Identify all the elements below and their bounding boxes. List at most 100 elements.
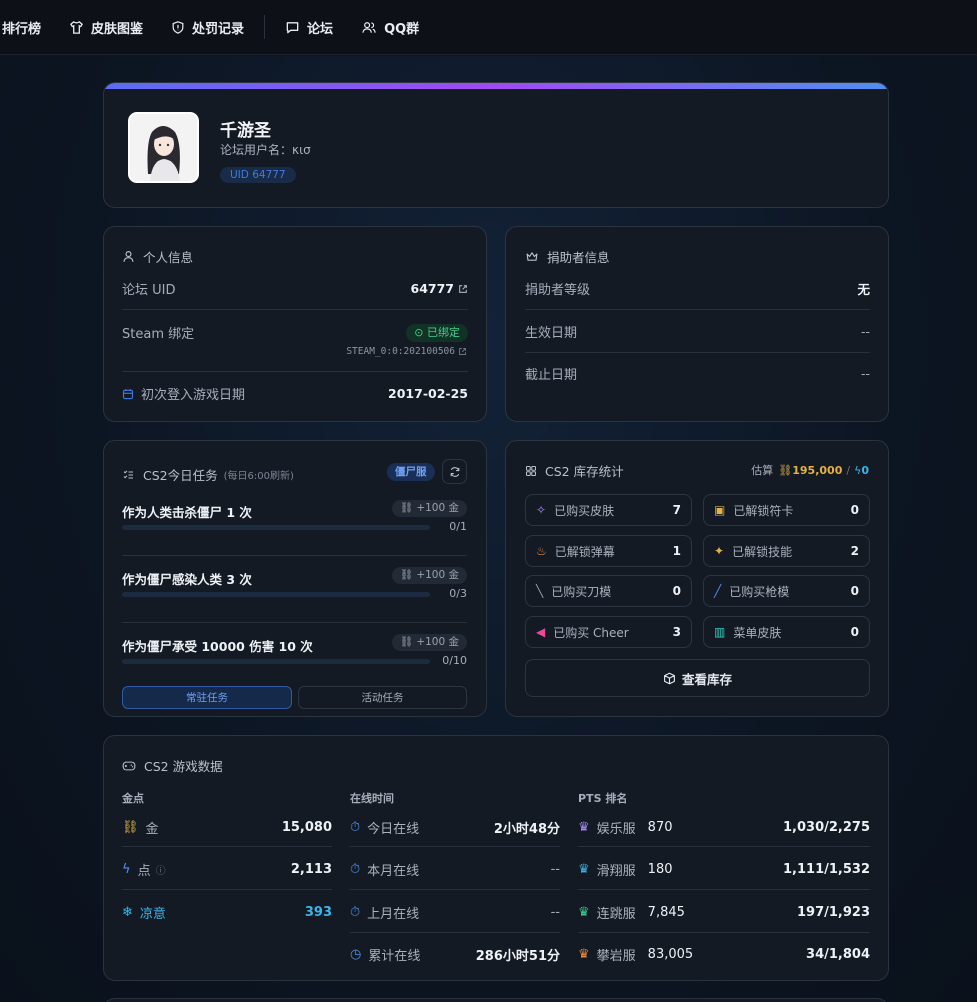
- rank-position: 1,030/2,275: [783, 820, 870, 835]
- online-row: ⏱ 今日在线 2小时48分: [350, 818, 560, 837]
- rank-row: ♛ 滑翔服 180 1,111/1,532: [578, 860, 870, 879]
- money-row-points: ϟ 点 ⓘ 2,113: [122, 860, 332, 879]
- grid-icon: [525, 465, 537, 476]
- rank-row: ♛ 攀岩服 83,005 34/1,804: [578, 945, 870, 964]
- online-row: ⏱ 上月在线 --: [350, 903, 560, 922]
- stat-menu-skins[interactable]: ▥ 菜单皮肤 0: [703, 616, 870, 648]
- donor-start-label: 生效日期: [525, 326, 578, 341]
- task-item: 作为僵尸感染人类 3 次 ⛓ +100 金 0/3: [122, 567, 467, 600]
- list-check-icon: [123, 470, 133, 479]
- nav-punishments-label: 处罚记录: [192, 21, 245, 37]
- nav-skin-gallery[interactable]: 皮肤图鉴: [69, 18, 143, 37]
- money-value: 2,113: [290, 862, 332, 877]
- first-login-value: 2017-02-25: [388, 386, 468, 401]
- stopwatch-icon: ⏱: [350, 862, 361, 877]
- stat-value: 0: [850, 584, 859, 598]
- game-data-card: CS2 游戏数据 金点 ⛓ 金 15,080 ϟ 点 ⓘ 2,113 ❄ 凉意 393 在线时…: [103, 735, 889, 981]
- divider: [122, 622, 467, 623]
- nav-leaderboard[interactable]: 排行榜: [2, 18, 41, 37]
- person-icon: ✧: [536, 503, 547, 517]
- donor-start-row: 生效日期 --: [525, 322, 870, 341]
- stat-unlocked-danmaku[interactable]: ♨ 已解锁弹幕 1: [525, 535, 692, 567]
- zombie-server-badge: 僵尸服: [387, 463, 435, 481]
- stat-unlocked-skills[interactable]: ✦ 已解锁技能 2: [703, 535, 870, 567]
- stat-label: 已解锁弹幕: [554, 544, 615, 559]
- external-link-icon: [459, 348, 466, 355]
- online-row-total: ◷ 累计在线 286小时51分: [350, 945, 560, 964]
- divider: [122, 309, 468, 310]
- online-label: 本月在线: [367, 864, 420, 879]
- stat-label: 已解锁符卡: [733, 503, 794, 518]
- rank-position: 197/1,923: [796, 905, 870, 920]
- divider: [350, 932, 560, 933]
- stat-cheer[interactable]: ◀ 已购买 Cheer 3: [525, 616, 692, 648]
- trophy-icon: ♛: [578, 905, 590, 920]
- stat-knife-models[interactable]: ╲ 已购买刀模 0: [525, 575, 692, 607]
- rank-header: PTS 排名: [578, 792, 628, 805]
- online-column: 在线时间: [350, 790, 560, 806]
- task-item: 作为僵尸承受 10000 伤害 10 次 ⛓ +100 金 0/10: [122, 634, 467, 667]
- stat-unlocked-cards[interactable]: ▣ 已解锁符卡 0: [703, 494, 870, 526]
- stat-purchased-skins[interactable]: ✧ 已购买皮肤 7: [525, 494, 692, 526]
- task-count: 0/3: [449, 587, 467, 600]
- uid-badge: UID 64777: [220, 167, 296, 183]
- online-row: ⏱ 本月在线 --: [350, 860, 560, 879]
- game-data-header: CS2 游戏数据: [122, 756, 223, 775]
- first-login-label: 初次登入游戏日期: [141, 388, 246, 403]
- stat-label: 已购买皮肤: [554, 503, 615, 518]
- user-icon: [123, 251, 134, 262]
- personal-info-card: 个人信息 论坛 UID 64777 Steam 绑定 ⊙ 已绑定 STEAM_0…: [103, 226, 487, 422]
- money-label: 金: [145, 822, 159, 837]
- divider: [350, 889, 560, 890]
- online-value: 2小时48分: [493, 822, 560, 837]
- money-value: 393: [304, 905, 332, 920]
- nav-punishments[interactable]: 处罚记录: [171, 18, 244, 37]
- stat-label: 已购买枪模: [729, 584, 790, 599]
- task-reward: ⛓ +100 金: [391, 634, 467, 651]
- nav-forum[interactable]: 论坛: [285, 18, 333, 37]
- help-icon[interactable]: ⓘ: [156, 862, 166, 877]
- online-value: --: [550, 905, 560, 920]
- clock-icon: ◷: [350, 947, 362, 962]
- check-circle-icon: ⊙: [414, 325, 427, 339]
- money-row-gold: ⛓ 金 15,080: [122, 818, 332, 837]
- task-reward-text: +100 金: [416, 569, 459, 581]
- inventory-card: CS2 库存统计 估算 ⛓ 195,000 / ϟ 0 ✧ 已购买皮肤 7 ▣ 已解锁…: [505, 440, 889, 717]
- rank-row: ♛ 娱乐服 870 1,030/2,275: [578, 818, 870, 837]
- donor-info-header: 捐助者信息: [525, 247, 610, 266]
- bolt-icon: ϟ: [122, 862, 131, 877]
- donor-start-value: --: [860, 324, 870, 339]
- nav-qq-group-label: QQ群: [384, 21, 420, 37]
- trophy-icon: ♛: [578, 862, 590, 877]
- forum-uid-link[interactable]: 64777: [411, 281, 469, 296]
- online-label: 累计在线: [368, 949, 421, 964]
- money-label: 点: [137, 864, 151, 879]
- nav-qq-group[interactable]: QQ群: [361, 18, 419, 37]
- card-icon: ▣: [714, 503, 726, 517]
- rank-server: 滑翔服: [596, 864, 636, 879]
- divider: [350, 846, 560, 847]
- steam-id-link[interactable]: STEAM_0:0:202100506: [346, 346, 467, 357]
- chat-icon: [286, 21, 299, 33]
- estimate-gold: 195,000: [792, 463, 843, 477]
- profile-accent-bar: [104, 83, 888, 89]
- estimate-separator: /: [846, 463, 851, 477]
- link-icon: ⛓: [399, 502, 417, 514]
- online-value: --: [550, 862, 560, 877]
- tab-event-tasks[interactable]: 活动任务: [298, 686, 467, 709]
- link-icon: ⛓: [399, 636, 417, 648]
- online-value: 286小时51分: [475, 949, 560, 964]
- rank-pts: 180: [647, 862, 673, 877]
- divider: [122, 889, 332, 890]
- rank-server: 连跳服: [596, 907, 636, 922]
- estimate-label: 估算: [751, 464, 774, 477]
- tab-regular-tasks[interactable]: 常驻任务: [122, 686, 292, 709]
- steam-id: STEAM_0:0:202100506: [346, 346, 455, 357]
- stat-gun-models[interactable]: ╱ 已购买枪模 0: [703, 575, 870, 607]
- steam-status: 已绑定: [427, 325, 460, 339]
- stat-value: 2: [850, 544, 859, 558]
- task-count: 0/1: [449, 520, 467, 533]
- refresh-button[interactable]: [442, 459, 467, 484]
- view-inventory-button[interactable]: 查看库存: [525, 659, 870, 697]
- task-progress-bar: [122, 659, 430, 664]
